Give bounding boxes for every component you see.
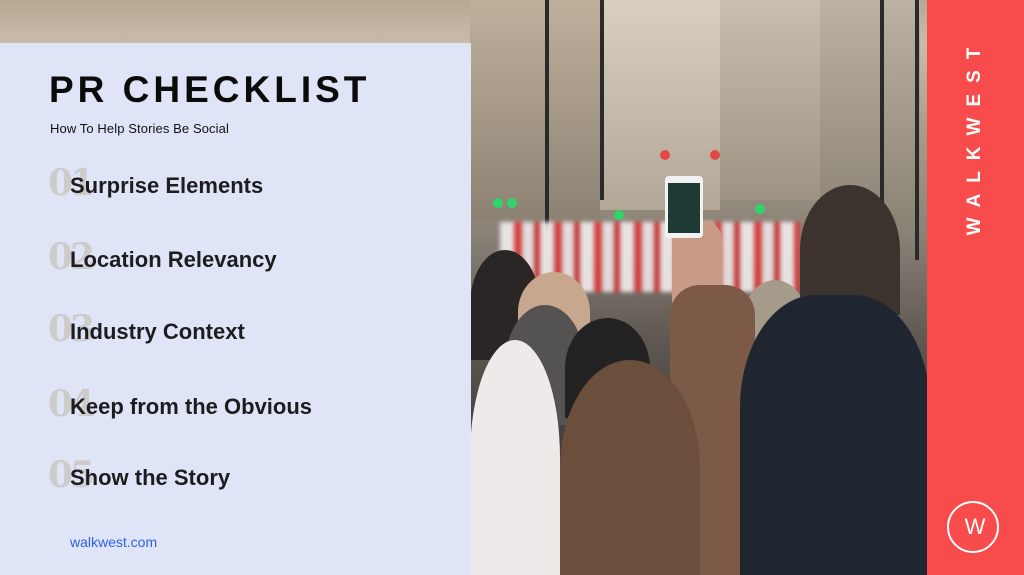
- crowd-figure: [560, 360, 700, 575]
- traffic-light: [507, 198, 517, 208]
- item-label: Industry Context: [70, 319, 245, 344]
- item-label: Keep from the Obvious: [70, 394, 313, 419]
- traffic-light: [614, 210, 624, 220]
- traffic-light: [493, 198, 503, 208]
- page-title: PR CHECKLIST: [49, 69, 371, 110]
- brand-wordmark: WALKWEST: [964, 36, 985, 236]
- traffic-light: [755, 204, 765, 214]
- checklist-item: 03 Industry Context: [0, 311, 471, 377]
- smartphone: [665, 176, 703, 238]
- building-shape: [720, 0, 820, 200]
- checklist-item: 01 Surprise Elements: [0, 165, 471, 231]
- balloon: [660, 150, 670, 160]
- logo-letter: W: [964, 514, 986, 539]
- website-link[interactable]: walkwest.com: [70, 534, 157, 550]
- street-pole: [915, 0, 919, 260]
- building-shape: [470, 0, 600, 220]
- checklist-item: 04 Keep from the Obvious: [0, 386, 471, 452]
- street-pole: [600, 0, 604, 200]
- crowd-figure: [470, 340, 560, 575]
- street-pole: [545, 0, 549, 230]
- item-label: Location Relevancy: [70, 247, 277, 272]
- item-label: Surprise Elements: [70, 173, 264, 198]
- balloon: [710, 150, 720, 160]
- brand-sidebar: WALKWEST W: [927, 0, 1024, 575]
- checklist-item: 02 Location Relevancy: [0, 239, 471, 305]
- checklist-panel: PR CHECKLIST How To Help Stories Be Soci…: [0, 43, 471, 575]
- walkwest-circle-logo-icon: W: [947, 501, 999, 553]
- item-label: Show the Story: [70, 465, 231, 490]
- checklist-item: 05 Show the Story: [0, 457, 471, 523]
- crowd-figure: [740, 295, 927, 575]
- subtitle: How To Help Stories Be Social: [50, 121, 229, 136]
